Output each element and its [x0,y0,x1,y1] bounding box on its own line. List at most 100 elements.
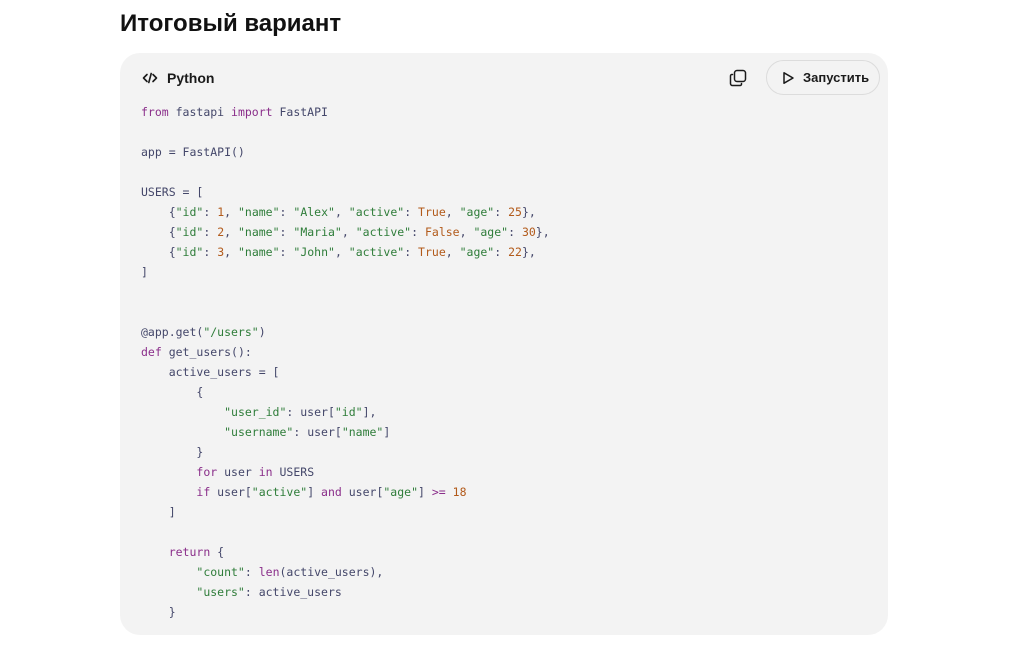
code-token: , [341,225,356,239]
code-token: , [224,205,238,219]
code-token: in [258,465,273,479]
code-line: "username": user["name"] [141,422,550,442]
play-icon [783,71,794,84]
code-token: "id" [175,245,204,259]
code-token: { [141,225,176,239]
code-token: "username" [224,425,294,439]
code-token: ], [362,405,377,419]
code-token: "age" [473,225,509,239]
code-token: : [203,225,218,239]
code-token: FastAPI [272,105,328,119]
code-token: , [445,205,460,219]
code-token: True [418,205,446,219]
code-token: , [224,245,238,259]
code-line: @app.get("/users") [141,322,550,342]
code-token: 25 [508,205,522,219]
copy-icon [729,69,747,87]
code-token: { [141,205,176,219]
code-line: "count": len(active_users), [141,562,550,582]
code-token: { [210,545,225,559]
code-token: ] [307,485,322,499]
code-token: >= [431,485,446,499]
code-token: : [279,225,294,239]
code-line: USERS = [ [141,182,550,202]
code-line: {"id": 3, "name": "John", "active": True… [141,242,550,262]
run-code-button[interactable]: Запустить [766,60,880,95]
code-line: app = FastAPI() [141,142,550,162]
code-line: if user["active"] and user["age"] >= 18 [141,482,550,502]
code-block-header: Python Запустить [120,53,888,103]
code-token: ) [258,325,266,339]
code-token: : [279,205,294,219]
code-token: "active" [348,245,405,259]
code-token: : [494,245,509,259]
code-token: : [244,565,259,579]
code-token: { [141,245,176,259]
code-token: ] [383,425,391,439]
code-token: 30 [521,225,536,239]
code-token: , [224,225,238,239]
section-title: Итоговый вариант [120,10,342,37]
code-token: "John" [293,245,335,259]
code-token: : user[ [286,405,335,419]
code-token: , [459,225,474,239]
code-token: if [196,485,211,499]
code-token: } [141,445,204,459]
code-token: : [411,225,425,239]
code-token: 18 [452,485,467,499]
code-content[interactable]: from fastapi import FastAPI app = FastAPI… [141,102,550,622]
code-line: ] [141,502,550,522]
code-token: user[ [341,485,384,499]
code-token: ] [141,265,148,279]
code-token: "active" [348,205,405,219]
code-token: : active_users [244,585,342,599]
code-token: USERS = [ [141,185,204,199]
code-token: True [418,245,446,259]
code-token: user[ [210,485,252,499]
code-token: from [141,105,169,119]
code-token: USERS [272,465,315,479]
code-token: "id" [334,405,363,419]
code-token: get_users(): [161,345,252,359]
code-token: "Maria" [293,225,342,239]
code-token: and [321,485,342,499]
code-token: : [404,245,419,259]
code-token: , [334,245,349,259]
code-line: from fastapi import FastAPI [141,102,550,122]
code-token: user [217,465,259,479]
code-token: (active_users), [279,565,384,579]
code-token: : [494,205,509,219]
code-line: ] [141,262,550,282]
code-token: ] [141,505,176,519]
code-token: }, [521,205,536,219]
code-token: : [404,205,419,219]
code-line: return { [141,542,550,562]
code-block: Python Запустить from fastapi import Fas… [120,53,888,635]
code-icon [142,72,158,84]
code-line: } [141,442,550,462]
code-token: "Alex" [293,205,335,219]
code-token: "user_id" [224,405,287,419]
code-line: "users": active_users [141,582,550,602]
code-token: : [203,205,218,219]
code-token: , [334,205,349,219]
copy-code-button[interactable] [723,63,753,93]
code-token: "name" [237,225,280,239]
code-token: "name" [237,205,280,219]
code-token: : user[ [293,425,342,439]
code-token: : [279,245,294,259]
code-token: "age" [459,205,495,219]
code-token: "users" [196,585,245,599]
code-line: } [141,602,550,622]
code-token: 22 [508,245,522,259]
run-button-label: Запустить [803,70,870,85]
code-token: "id" [175,225,204,239]
